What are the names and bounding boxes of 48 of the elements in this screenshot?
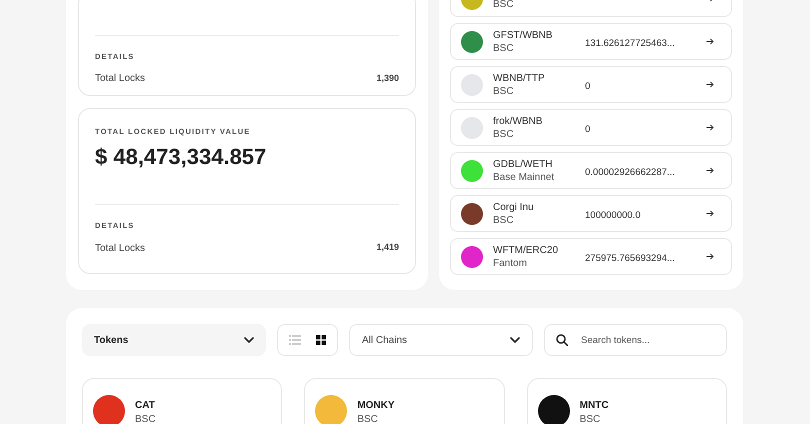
pair-amount: 0 xyxy=(585,124,590,134)
pair-name: GFST/WBNB xyxy=(493,28,552,42)
pair-name: frok/WBNB xyxy=(493,114,542,128)
pair-amount: 100000000.0 xyxy=(585,210,640,220)
pair-row[interactable]: WBNB/TTP BSC 0 xyxy=(450,66,732,103)
pair-name: WFTM/ERC20 xyxy=(493,244,558,256)
row-label: Total Locks xyxy=(95,72,146,86)
token-name: MNTC xyxy=(580,399,609,413)
grid-view-button[interactable] xyxy=(314,334,326,346)
chain-name: BSC xyxy=(357,413,378,424)
chain-name: Base Mainnet xyxy=(493,170,554,184)
pair-amount: 131.626127725463... xyxy=(585,38,675,48)
pair-row[interactable]: GDBL/WETH Base Mainnet 0.00002926662287... xyxy=(450,152,732,189)
chain-name: Fantom xyxy=(493,256,527,270)
chevron-down-icon xyxy=(244,337,254,343)
row-label: Total Locks xyxy=(95,242,146,256)
pair-amount: 0 xyxy=(585,80,590,92)
pair-name: WBNB/TTP xyxy=(493,72,545,84)
pair-row[interactable]: Corgi Inu BSC 100000000.0 xyxy=(450,195,732,232)
pair-amount: 0.00002926662287... xyxy=(585,166,675,178)
chain-name: BSC xyxy=(493,214,514,226)
pair-name: Corgi Inu xyxy=(493,200,534,214)
pair-row[interactable]: frok/WBNB BSC 0 xyxy=(450,109,732,146)
stat-value: $ 48,473,334.857 xyxy=(95,146,266,172)
token-card[interactable]: MONKY BSC xyxy=(304,378,505,424)
chain-name: BSC xyxy=(493,42,514,54)
chain-name: BSC xyxy=(493,128,514,140)
row-value: 1,390 xyxy=(376,72,399,85)
token-type-dropdown[interactable]: Tokens xyxy=(82,324,266,356)
search-field[interactable]: Search tokens... xyxy=(544,324,727,356)
row-value: 1,419 xyxy=(376,241,399,254)
token-name: CAT xyxy=(135,399,155,413)
pair-name: GDBL/WETH xyxy=(493,158,552,170)
token-card[interactable]: MNTC BSC xyxy=(526,378,727,424)
pair-row[interactable]: GFST/WBNB BSC 131.626127725463... xyxy=(450,23,732,60)
pair-row[interactable]: WFTM/ERC20 Fantom 275975.765693294... xyxy=(450,238,732,275)
token-card[interactable]: CAT BSC xyxy=(82,378,282,424)
token-name: MONKY xyxy=(357,399,395,413)
chevron-down-icon xyxy=(510,337,520,343)
list-view-button[interactable] xyxy=(288,334,300,346)
chain-name: BSC xyxy=(580,413,600,424)
chain-name: BSC xyxy=(493,84,514,98)
pair-row[interactable]: BSC xyxy=(450,0,732,17)
chain-name: BSC xyxy=(493,0,514,11)
search-icon xyxy=(556,334,568,346)
pair-amount: 275975.765693294... xyxy=(585,252,675,264)
chain-dropdown[interactable]: All Chains xyxy=(349,324,533,356)
chain-name: BSC xyxy=(135,413,156,424)
